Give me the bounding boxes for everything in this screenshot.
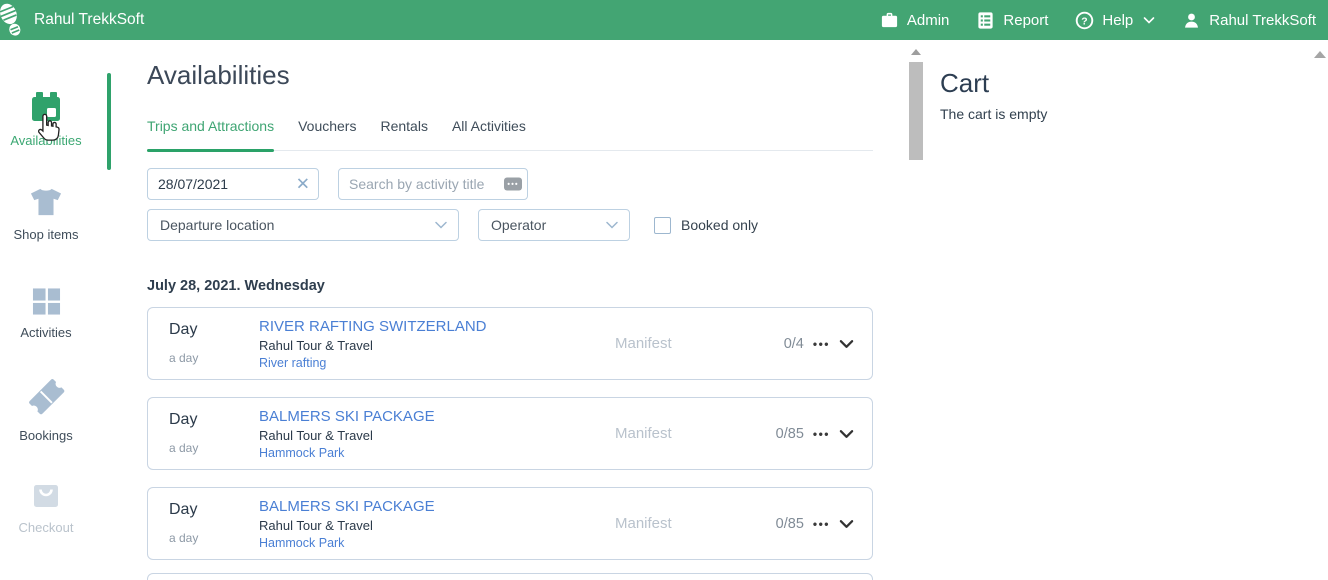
report-icon [976, 11, 995, 30]
card-operator: Rahul Tour & Travel [259, 518, 373, 533]
card-capacity-count: 0/85 [775, 425, 804, 442]
booked-only-filter: Booked only [654, 216, 759, 234]
card-operator: Rahul Tour & Travel [259, 428, 373, 443]
card-duration: Day [169, 321, 198, 338]
card-duration: Day [169, 501, 198, 518]
cart-panel: Cart The cart is empty [940, 40, 1310, 580]
booked-only-checkbox[interactable] [654, 216, 671, 234]
departure-location-value: Departure location [160, 217, 275, 233]
footprint-logo-icon [0, 0, 26, 40]
date-filter: ✕ [147, 168, 319, 200]
bag-icon [29, 477, 63, 511]
tab-all-activities[interactable]: All Activities [452, 118, 526, 150]
sidebar-active-indicator [107, 73, 111, 170]
app-window: Rahul TrekkSoft Admin Report ? Help Rahu… [0, 0, 1328, 580]
grid-icon [32, 287, 61, 316]
ticket-icon [23, 373, 69, 419]
card-capacity-count: 0/85 [775, 515, 804, 532]
page-title: Availabilities [147, 60, 290, 90]
card-activity-title[interactable]: RIVER RAFTING SWITZERLAND [259, 318, 487, 335]
chevron-down-icon [1143, 16, 1155, 25]
main-scrollbar[interactable] [909, 40, 923, 580]
card-location[interactable]: River rafting [259, 356, 487, 370]
departure-location-select[interactable]: Departure location [147, 209, 459, 241]
scroll-up-arrow-icon[interactable] [911, 49, 921, 55]
header-nav-help[interactable]: ? Help [1075, 11, 1155, 30]
date-heading: July 28, 2021. Wednesday [147, 278, 325, 294]
card-capacity-count: 0/4 [783, 335, 804, 352]
availability-card[interactable]: Day a day BALMERS SKI PACKAGE Rahul Tour… [147, 487, 873, 560]
card-manifest-label: Manifest [615, 425, 672, 442]
scrollbar-thumb[interactable] [909, 62, 923, 160]
tab-rentals[interactable]: Rentals [380, 118, 427, 150]
user-icon [1182, 11, 1201, 30]
more-options-icon[interactable]: ••• [813, 427, 830, 441]
sidebar-item-activities[interactable]: Activities [0, 287, 92, 340]
more-options-icon[interactable]: ••• [813, 337, 830, 351]
window-scroll-up-arrow-icon[interactable] [1314, 51, 1326, 58]
sidebar-item-availabilities[interactable]: Availabilities [0, 90, 92, 148]
booked-only-label: Booked only [681, 217, 759, 233]
card-duration-sub: a day [169, 441, 199, 455]
sidebar: Availabilities Shop items Activities Boo… [0, 40, 111, 580]
brand-name: Rahul TrekkSoft [34, 11, 145, 28]
input-more-icon[interactable]: ••• [504, 177, 522, 191]
card-manifest-label: Manifest [615, 515, 672, 532]
sidebar-item-shop-items[interactable]: Shop items [0, 186, 92, 242]
card-location[interactable]: Hammock Park [259, 446, 435, 460]
card-duration-sub: a day [169, 351, 199, 365]
expand-chevron-icon[interactable] [839, 429, 854, 439]
expand-chevron-icon[interactable] [839, 339, 854, 349]
search-input[interactable] [338, 168, 528, 200]
tshirt-icon [30, 186, 62, 218]
chevron-down-icon [435, 221, 447, 229]
card-activity-title[interactable]: BALMERS SKI PACKAGE [259, 498, 435, 515]
card-duration: Day [169, 411, 198, 428]
brand[interactable]: Rahul TrekkSoft [0, 0, 144, 40]
header-nav: Admin Report ? Help Rahul TrekkSoft [880, 11, 1328, 30]
tab-bar: Trips and Attractions Vouchers Rentals All … [147, 118, 873, 152]
filters: ✕ ••• Departure location Operator [147, 168, 758, 241]
card-manifest-label: Manifest [615, 335, 672, 352]
availability-card[interactable]: Day a day RIVER RAFTING SWITZERLAND Rahu… [147, 307, 873, 380]
help-icon: ? [1075, 11, 1094, 30]
date-input[interactable] [147, 168, 319, 200]
chevron-down-icon [606, 221, 618, 229]
calendar-icon [29, 90, 63, 124]
cart-title: Cart [940, 68, 990, 98]
clear-date-icon[interactable]: ✕ [296, 176, 310, 193]
operator-value: Operator [491, 217, 547, 233]
sidebar-item-bookings[interactable]: Bookings [0, 373, 92, 443]
tab-vouchers[interactable]: Vouchers [298, 118, 356, 150]
briefcase-icon [880, 11, 899, 30]
tab-trips-and-attractions[interactable]: Trips and Attractions [147, 118, 275, 152]
header-nav-report[interactable]: Report [976, 11, 1048, 30]
expand-chevron-icon[interactable] [839, 519, 854, 529]
cart-empty-message: The cart is empty [940, 106, 1048, 122]
header-nav-admin[interactable]: Admin [880, 11, 949, 30]
main-panel: Availabilities Trips and Attractions Vouc… [147, 40, 873, 580]
sidebar-item-checkout[interactable]: Checkout [0, 477, 92, 535]
top-bar: Rahul TrekkSoft Admin Report ? Help Rahu… [0, 0, 1328, 40]
header-nav-account[interactable]: Rahul TrekkSoft [1182, 11, 1316, 30]
availability-list: Day a day RIVER RAFTING SWITZERLAND Rahu… [147, 307, 873, 560]
card-duration-sub: a day [169, 531, 199, 545]
card-location[interactable]: Hammock Park [259, 536, 435, 550]
availability-card-partial[interactable] [147, 573, 873, 580]
operator-select[interactable]: Operator [478, 209, 630, 241]
more-options-icon[interactable]: ••• [813, 517, 830, 531]
card-activity-title[interactable]: BALMERS SKI PACKAGE [259, 408, 435, 425]
availability-card[interactable]: Day a day BALMERS SKI PACKAGE Rahul Tour… [147, 397, 873, 470]
svg-text:?: ? [1082, 16, 1088, 27]
card-operator: Rahul Tour & Travel [259, 338, 373, 353]
search-filter: ••• [338, 168, 528, 200]
